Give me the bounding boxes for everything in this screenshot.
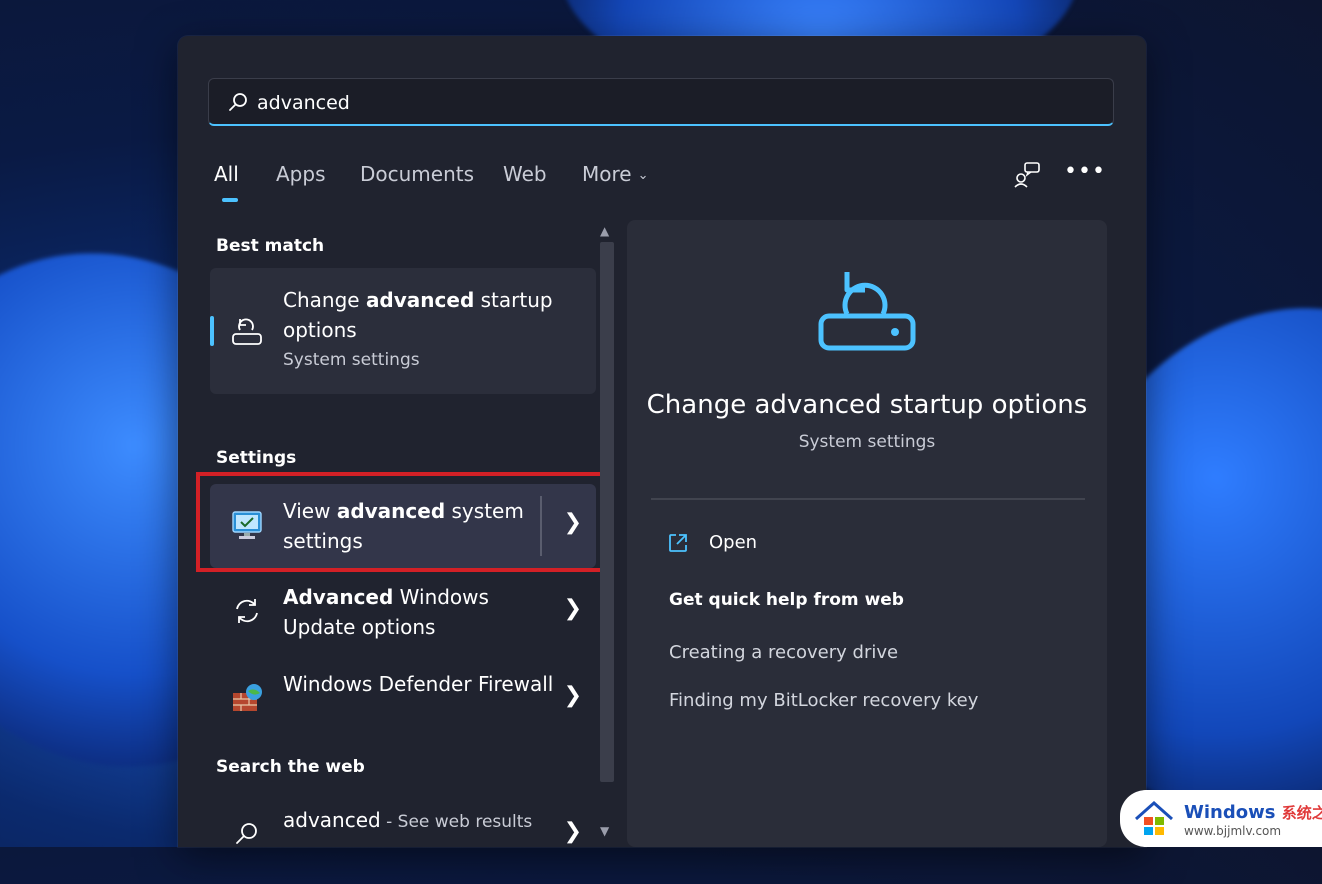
result-advanced-windows-update[interactable]: Advanced Windows Update options ❯ <box>210 570 596 654</box>
tab-more-label: More <box>582 162 632 186</box>
result-title: Advanced Windows Update options <box>283 582 563 642</box>
result-title: Windows Defender Firewall <box>283 672 554 696</box>
tab-more[interactable]: More ⌄ <box>582 162 649 186</box>
brand-name-cn: 系统之家 <box>1281 804 1322 822</box>
sync-icon <box>236 599 258 623</box>
scroll-thumb[interactable] <box>600 242 614 782</box>
quick-help-heading: Get quick help from web <box>669 590 904 610</box>
tab-apps[interactable]: Apps <box>276 162 326 186</box>
scroll-up-icon[interactable]: ▲ <box>600 224 609 238</box>
results-list: Best match Change advanced startup optio… <box>196 220 628 847</box>
title-suffix: - See web results <box>380 812 533 832</box>
result-best-match[interactable]: Change advanced startup options System s… <box>210 268 596 394</box>
chevron-right-icon[interactable]: ❯ <box>564 683 582 708</box>
result-web-search[interactable]: advanced - See web results ❯ <box>210 793 596 877</box>
preview-subtitle: System settings <box>798 432 936 452</box>
help-link-bitlocker-key[interactable]: Finding my BitLocker recovery key <box>669 690 978 711</box>
result-windows-defender-firewall[interactable]: Windows Defender Firewall ❯ <box>210 657 596 741</box>
result-subtitle: System settings <box>283 350 420 370</box>
tab-web[interactable]: Web <box>503 162 547 186</box>
search-icon <box>229 93 247 111</box>
title-bold: advanced <box>365 288 475 312</box>
watermark-url: www.bjjmlv.com <box>1184 824 1282 838</box>
brand-name: Windows <box>1184 802 1276 823</box>
tab-documents[interactable]: Documents <box>360 162 474 186</box>
result-title: Change advanced startup options <box>283 285 563 345</box>
results-scrollbar[interactable]: ▲ ▼ <box>596 220 618 847</box>
section-search-the-web: Search the web <box>216 757 365 777</box>
scroll-down-icon[interactable]: ▼ <box>600 824 609 838</box>
watermark-brand: Windows 系统之家 <box>1184 802 1322 823</box>
watermark-logo: Windows 系统之家 www.bjjmlv.com <box>1120 790 1322 847</box>
section-settings: Settings <box>216 448 297 468</box>
highlight-annotation-box <box>196 472 604 572</box>
preview-divider <box>651 498 1085 500</box>
more-options-button[interactable]: ••• <box>1064 160 1105 190</box>
chevron-right-icon[interactable]: ❯ <box>564 596 582 621</box>
search-input[interactable]: advanced <box>257 92 350 114</box>
recovery-drive-icon <box>818 272 916 351</box>
search-icon <box>236 823 257 844</box>
selection-accent <box>210 316 214 346</box>
chevron-down-icon: ⌄ <box>637 168 649 183</box>
tab-active-indicator <box>222 198 238 202</box>
preview-title: Change advanced startup options <box>646 390 1088 420</box>
search-box[interactable]: advanced <box>208 78 1114 126</box>
recovery-drive-icon <box>232 318 262 345</box>
tab-all[interactable]: All <box>214 162 239 186</box>
title-prefix: Change <box>283 288 366 312</box>
preview-pane: Change advanced startup options System s… <box>627 220 1107 847</box>
title-bold: Advanced <box>283 585 394 609</box>
open-external-icon <box>669 534 687 552</box>
search-panel: advanced All Apps Documents Web More ⌄ ••… <box>178 36 1146 847</box>
title-bold: advanced <box>283 808 381 832</box>
open-label: Open <box>709 532 758 553</box>
feedback-icon[interactable] <box>1010 160 1044 190</box>
chevron-right-icon[interactable]: ❯ <box>564 819 582 844</box>
result-title: advanced - See web results <box>283 805 563 837</box>
help-link-recovery-drive[interactable]: Creating a recovery drive <box>669 642 898 663</box>
firewall-icon <box>233 684 262 711</box>
windows-house-logo-icon <box>1135 801 1173 835</box>
section-best-match: Best match <box>216 236 325 256</box>
